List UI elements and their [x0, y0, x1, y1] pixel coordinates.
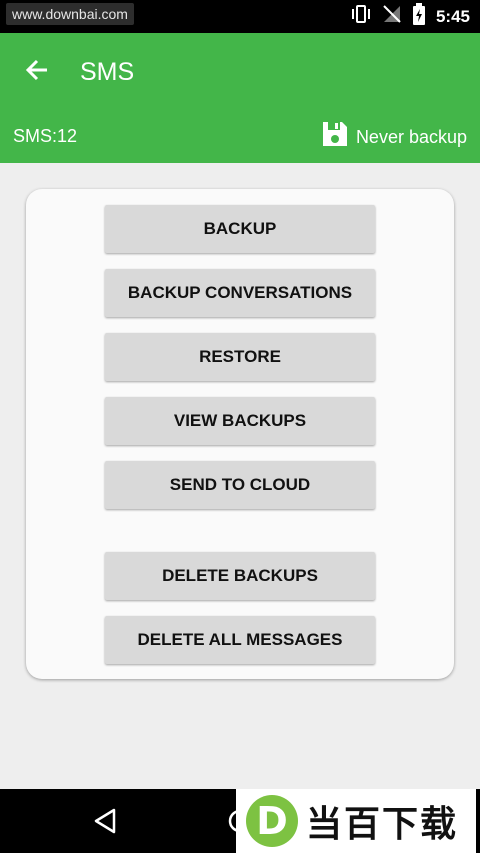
clock: 5:45 — [435, 6, 470, 26]
sms-count: SMS:12 — [13, 126, 78, 146]
watermark-text: 当百下载 — [306, 804, 459, 845]
watermark-logo: D — [246, 795, 298, 847]
page-title: SMS — [80, 58, 135, 86]
vibrate-icon — [350, 5, 372, 28]
watermark-logo-letter: D — [256, 799, 288, 843]
actions-card: BACKUP BACKUP CONVERSATIONS RESTORE VIEW… — [26, 189, 454, 679]
backup-conversations-button[interactable]: BACKUP CONVERSATIONS — [105, 269, 375, 317]
no-signal-icon — [382, 4, 402, 29]
battery-icon — [412, 3, 426, 30]
send-to-cloud-button[interactable]: SEND TO CLOUD — [105, 461, 375, 509]
site-watermark: D 当百下载 — [236, 789, 476, 853]
view-backups-button[interactable]: VIEW BACKUPS — [105, 397, 375, 445]
backup-status-label: Never backup — [355, 126, 467, 147]
delete-backups-button[interactable]: DELETE BACKUPS — [105, 552, 375, 600]
app-bar: SMS SMS:12 Never backup — [0, 33, 480, 163]
status-icons: 5:45 — [350, 0, 470, 33]
delete-all-messages-button[interactable]: DELETE ALL MESSAGES — [105, 616, 375, 664]
restore-button[interactable]: RESTORE — [105, 333, 375, 381]
url-watermark: www.downbai.com — [6, 3, 134, 25]
nav-back-icon[interactable] — [92, 807, 120, 840]
back-arrow-icon[interactable] — [22, 55, 52, 85]
floppy-disk-icon — [322, 121, 348, 152]
backup-status: Never backup — [322, 121, 467, 152]
backup-button[interactable]: BACKUP — [105, 205, 375, 253]
status-bar: www.downbai.com 5:45 — [0, 0, 480, 33]
